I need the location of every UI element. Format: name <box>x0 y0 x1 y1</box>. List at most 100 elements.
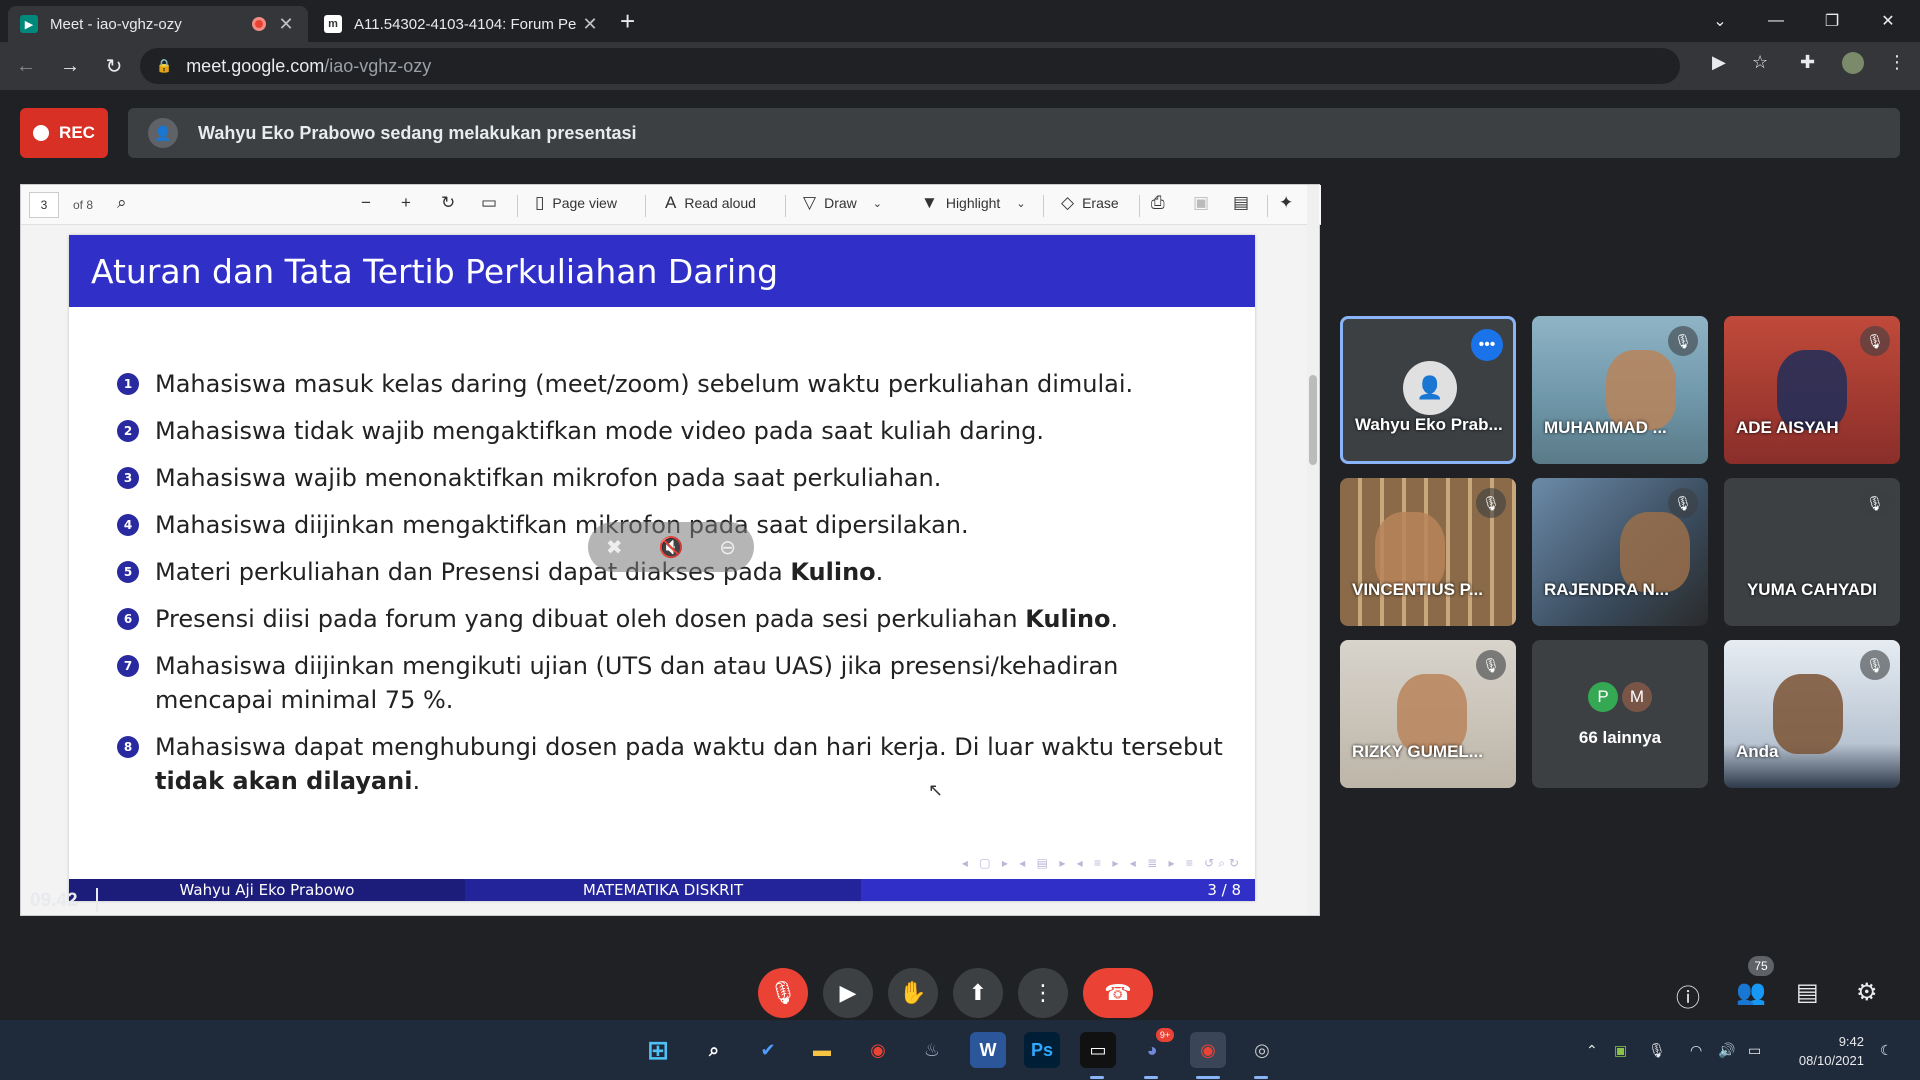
bullet-number: 2 <box>117 420 139 442</box>
minimize-icon[interactable]: — <box>1748 0 1804 42</box>
terminal-icon[interactable]: ▭ <box>1080 1032 1116 1068</box>
save-icon[interactable]: ▣ <box>1193 193 1217 213</box>
participant-tile[interactable]: 🎙 Anda <box>1724 640 1900 788</box>
notification-icon[interactable]: ☾ <box>1880 1042 1893 1059</box>
read-aloud-icon: A <box>665 193 677 212</box>
mute-presentation-icon[interactable]: 🔇 <box>659 535 684 560</box>
forward-icon[interactable]: → <box>52 55 88 78</box>
beamer-navigation-icons[interactable]: ◂ ▢ ▸ ◂ ▤ ▸ ◂ ≡ ▸ ◂ ≣ ▸ ≡ ↺⌕↻ <box>962 856 1243 871</box>
battery-icon[interactable]: ▭ <box>1748 1042 1761 1059</box>
photoshop-icon[interactable]: Ps <box>1024 1032 1060 1068</box>
restore-icon[interactable]: ❐ <box>1804 0 1860 42</box>
reload-icon[interactable]: ↻ <box>96 54 132 79</box>
activities-icon[interactable]: ⚙ <box>1856 978 1878 1007</box>
chrome-icon[interactable]: ◉ <box>860 1032 896 1068</box>
tab-forum[interactable]: m A11.54302-4103-4104: Forum Pe ✕ <box>312 6 612 42</box>
highlight-button[interactable]: ▼ Highlight ⌄ <box>921 193 1026 213</box>
tab-search-icon[interactable]: ⌄ <box>1692 0 1748 42</box>
menu-icon[interactable]: ⋮ <box>1888 52 1906 73</box>
meeting-clock: 09.42 <box>30 890 78 911</box>
muted-mic-icon: 🎙 <box>1860 488 1890 518</box>
participant-tile[interactable]: 🎙 MUHAMMAD ... <box>1532 316 1708 464</box>
page-view-button[interactable]: ▯ Page view <box>535 193 617 213</box>
participant-tile[interactable]: 🎙 ADE AISYAH <box>1724 316 1900 464</box>
print-icon[interactable]: ⎙ <box>1151 193 1173 213</box>
pin-icon[interactable]: ✦ <box>1279 193 1301 213</box>
more-options-button[interactable]: ⋮ <box>1018 968 1068 1018</box>
people-icon[interactable]: 👥 <box>1736 978 1766 1007</box>
camera-icon[interactable]: ▶ <box>1712 52 1726 73</box>
close-tab-icon[interactable]: ✕ <box>580 14 600 35</box>
participant-name: ADE AISYAH <box>1736 418 1839 437</box>
camera-toggle-button[interactable]: ▶ <box>823 968 873 1018</box>
more-participants-tile[interactable]: P M 66 lainnya <box>1532 640 1708 788</box>
chat-icon[interactable]: ▤ <box>1796 978 1819 1007</box>
steam-icon[interactable]: ♨ <box>914 1032 950 1068</box>
chevron-down-icon: ⌄ <box>872 197 882 210</box>
rule-text-tail: . <box>875 558 884 586</box>
participant-tile[interactable]: 🎙 RAJENDRA N... <box>1532 478 1708 626</box>
bookmark-star-icon[interactable]: ☆ <box>1752 52 1768 73</box>
save-as-icon[interactable]: ▤ <box>1233 193 1257 213</box>
unpin-icon[interactable]: ✖ <box>606 535 623 560</box>
participant-tile[interactable]: 👤 ••• Wahyu Eko Prab... <box>1340 316 1516 464</box>
leave-call-button[interactable]: ☎ <box>1083 968 1153 1018</box>
scrollbar-thumb[interactable] <box>1309 375 1317 465</box>
rule-text-body: Mahasiswa wajib menonaktifkan mikrofon p… <box>155 464 942 492</box>
start-windows-icon[interactable]: ⊞ <box>640 1032 676 1068</box>
page-number-input[interactable]: 3 <box>29 191 59 218</box>
zoom-in-icon[interactable]: + <box>401 193 419 213</box>
rotate-icon[interactable]: ↻ <box>441 193 463 213</box>
rule-text: Mahasiswa tidak wajib mengaktifkan mode … <box>155 414 1044 448</box>
rule-text: Mahasiswa diijinkan mengikuti ujian (UTS… <box>155 649 1237 717</box>
close-window-icon[interactable]: ✕ <box>1860 0 1916 42</box>
muted-mic-icon: 🎙 <box>1668 488 1698 518</box>
zoom-out-icon[interactable]: − <box>361 193 379 213</box>
erase-button[interactable]: ◇ Erase <box>1061 193 1119 213</box>
word-icon[interactable]: W <box>970 1032 1006 1068</box>
file-explorer-icon[interactable]: ▬ <box>804 1032 840 1068</box>
erase-label: Erase <box>1082 195 1119 211</box>
close-tab-icon[interactable]: ✕ <box>276 14 296 35</box>
obs-icon[interactable]: ◎ <box>1244 1032 1280 1068</box>
remove-icon[interactable]: ⊖ <box>719 535 736 560</box>
pdf-search-icon[interactable]: ⌕ <box>117 193 135 213</box>
active-indicator <box>1196 1076 1220 1079</box>
tray-chevron-up-icon[interactable]: ⌃ <box>1586 1042 1598 1059</box>
footer-page: 3 / 8 <box>861 879 1255 901</box>
draw-label: Draw <box>824 195 857 211</box>
microphone-toggle-button[interactable]: 🎙 <box>758 968 808 1018</box>
participant-tile[interactable]: 🎙 YUMA CAHYADI <box>1724 478 1900 626</box>
participant-tile[interactable]: 🎙 VINCENTIUS P... <box>1340 478 1516 626</box>
tray-app-icon[interactable]: ▣ <box>1614 1042 1627 1059</box>
extensions-icon[interactable]: ✚ <box>1800 52 1815 73</box>
todo-icon[interactable]: ✔ <box>750 1032 786 1068</box>
wifi-icon[interactable]: ◠ <box>1690 1042 1702 1059</box>
participant-tile[interactable]: 🎙 RIZKY GUMEL... <box>1340 640 1516 788</box>
system-clock[interactable]: 9:42 08/10/2021 <box>1799 1032 1864 1070</box>
present-screen-button[interactable]: ⬆ <box>953 968 1003 1018</box>
bullet-number: 7 <box>117 655 139 677</box>
address-bar[interactable]: 🔒 meet.google.com/iao-vghz-ozy <box>140 48 1680 84</box>
draw-button[interactable]: ▽ Draw ⌄ <box>803 193 882 213</box>
chrome-active-icon[interactable]: ◉ <box>1190 1032 1226 1068</box>
read-aloud-button[interactable]: A Read aloud <box>665 193 756 213</box>
volume-icon[interactable]: 🔊 <box>1718 1042 1735 1059</box>
windows-taskbar: ⊞ ⌕ ✔ ▬ ◉ ♨ W Ps ▭ ◕ 9+ ◉ ◎ ⌃ ▣ 🎙 ◠ 🔊 ▭ … <box>0 1020 1920 1080</box>
new-tab-button[interactable]: + <box>620 6 635 37</box>
more-participants-label: 66 lainnya <box>1578 728 1662 747</box>
back-icon[interactable]: ← <box>8 55 44 78</box>
list-item: 8 Mahasiswa dapat menghubungi dosen pada … <box>117 730 1237 798</box>
clock-date: 08/10/2021 <box>1798 1053 1864 1068</box>
search-icon[interactable]: ⌕ <box>696 1032 732 1068</box>
tab-meet[interactable]: ▶ Meet - iao-vghz-ozy ✕ <box>8 6 308 42</box>
profile-avatar[interactable] <box>1842 52 1864 74</box>
fit-page-icon[interactable]: ▭ <box>481 193 505 213</box>
raise-hand-button[interactable]: ✋ <box>888 968 938 1018</box>
toolbar-divider <box>1043 195 1044 217</box>
microphone-in-use-icon[interactable]: 🎙 <box>1648 1042 1666 1059</box>
pdf-scrollbar[interactable] <box>1307 185 1319 915</box>
browser-toolbar: ← → ↻ 🔒 meet.google.com/iao-vghz-ozy ▶ ☆… <box>0 42 1920 90</box>
meeting-info-icon[interactable]: ⓘ <box>1676 978 1700 1013</box>
more-options-icon[interactable]: ••• <box>1471 329 1503 361</box>
